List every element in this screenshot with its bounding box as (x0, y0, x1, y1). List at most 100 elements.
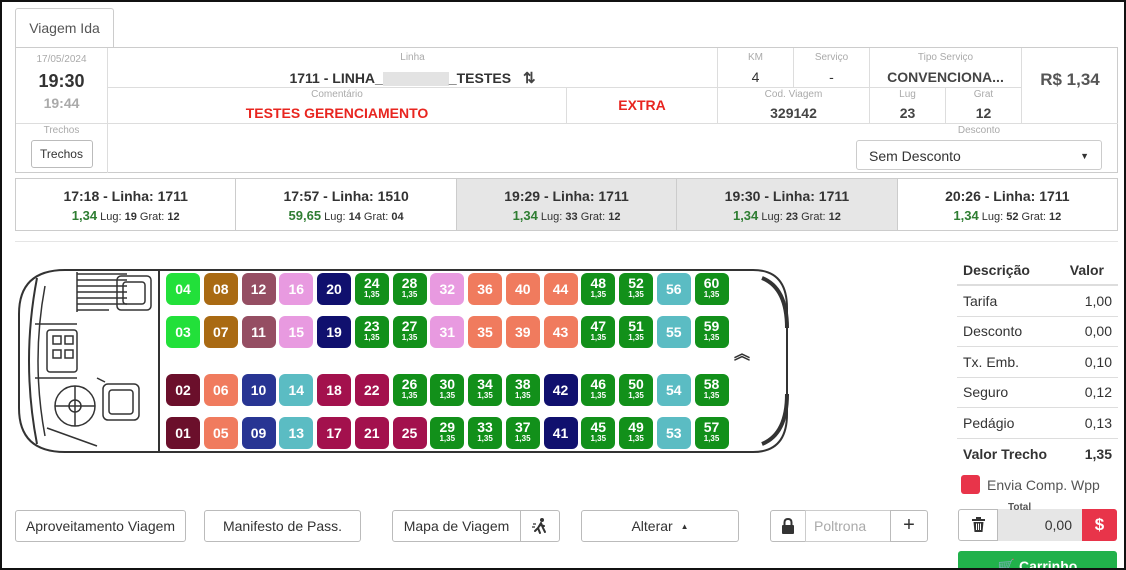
trip-grat-text: Grat: (1018, 211, 1050, 223)
seat-19[interactable]: 19 (317, 316, 351, 348)
seat-14[interactable]: 14 (279, 374, 314, 406)
seat-05[interactable]: 05 (203, 417, 238, 449)
summary-row-value: 1,00 (1084, 292, 1112, 309)
seat-12[interactable]: 12 (241, 273, 276, 305)
seat-07[interactable]: 07 (203, 316, 238, 348)
desconto-select[interactable]: Sem Desconto ▼ (856, 140, 1102, 170)
seat-price: 1,35 (590, 434, 607, 443)
trip-option[interactable]: 17:18 - Linha: 1711 1,34 Lug: 19 Grat: 12 (16, 179, 237, 230)
trash-icon[interactable] (958, 509, 998, 541)
seat-45[interactable]: 45 1,35 (581, 417, 616, 449)
seat-31[interactable]: 31 (430, 316, 465, 348)
trip-lug-text: Lug: (537, 211, 566, 223)
seat-09[interactable]: 09 (241, 417, 276, 449)
seat-30[interactable]: 30 1,35 (430, 374, 465, 406)
seat-26[interactable]: 26 1,35 (392, 374, 427, 406)
seat-39[interactable]: 39 (505, 316, 540, 348)
seat-50[interactable]: 50 1,35 (619, 374, 653, 406)
comentario-value: TESTES GERENCIAMENTO (245, 105, 429, 121)
seat-22[interactable]: 22 (354, 374, 389, 406)
seat-16[interactable]: 16 (279, 273, 314, 305)
seat-34[interactable]: 34 1,35 (468, 374, 502, 406)
seat-10[interactable]: 10 (241, 374, 276, 406)
manifesto-button[interactable]: Manifesto de Pass. (204, 510, 361, 542)
refresh-icon[interactable]: ⇅ (523, 70, 536, 87)
seat-35[interactable]: 35 (468, 316, 502, 348)
seat-43[interactable]: 43 (543, 316, 578, 348)
seat-25[interactable]: 25 (392, 417, 427, 449)
seat-23[interactable]: 23 1,35 (354, 316, 389, 348)
trechos-button[interactable]: Trechos (30, 140, 93, 168)
trip-option[interactable]: 17:57 - Linha: 1510 59,65 Lug: 14 Grat: 0… (236, 179, 457, 230)
cod-viagem-cell: Cod. Viagem 329142 (718, 88, 870, 124)
seat-08[interactable]: 08 (203, 273, 238, 305)
seat-40[interactable]: 40 (505, 273, 540, 305)
seat-32[interactable]: 32 (430, 273, 465, 305)
seat-price: 1,35 (439, 434, 456, 443)
carrinho-button[interactable]: 🛒 Carrinho (958, 551, 1117, 568)
seat-29[interactable]: 29 1,35 (430, 417, 465, 449)
seat-51[interactable]: 51 1,35 (619, 316, 653, 348)
trip-option[interactable]: 19:29 - Linha: 1711 1,34 Lug: 33 Grat: 12 (456, 179, 678, 230)
seat-42[interactable]: 42 (543, 374, 578, 406)
seat-28[interactable]: 28 1,35 (392, 273, 427, 305)
seat-44[interactable]: 44 (543, 273, 578, 305)
seat-37[interactable]: 37 1,35 (505, 417, 540, 449)
aproveitamento-viagem-button[interactable]: Aproveitamento Viagem (15, 510, 186, 542)
trip-price: 1,34 (732, 208, 759, 223)
seat-36[interactable]: 36 (468, 273, 502, 305)
trip-title: 19:29 - Linha: 1711 (504, 188, 629, 204)
seat-24[interactable]: 24 1,35 (354, 273, 389, 305)
envia-wpp-checkbox[interactable]: Envia Comp. Wpp (961, 475, 1100, 494)
seat-15[interactable]: 15 (279, 316, 314, 348)
seat-60[interactable]: 60 1,35 (694, 273, 729, 305)
seat-49[interactable]: 49 1,35 (619, 417, 653, 449)
seat-01[interactable]: 01 (166, 417, 200, 449)
double-chevron-up-icon[interactable]: ︽ (734, 347, 750, 363)
tab-viagem-ida[interactable]: Viagem Ida (15, 8, 114, 47)
lock-icon[interactable] (770, 510, 806, 542)
seat-27[interactable]: 27 1,35 (392, 316, 427, 348)
seat-number: 45 (590, 419, 607, 435)
checkbox-box[interactable] (961, 475, 980, 494)
seat-47[interactable]: 47 1,35 (581, 316, 616, 348)
seat-20[interactable]: 20 (317, 273, 351, 305)
tipo-servico-label: Tipo Serviço (917, 52, 974, 63)
seat-18[interactable]: 18 (317, 374, 351, 406)
seat-58[interactable]: 58 1,35 (694, 374, 729, 406)
seat-38[interactable]: 38 1,35 (505, 374, 540, 406)
seat-54[interactable]: 54 (656, 374, 691, 406)
alterar-button[interactable]: Alterar ▲ (581, 510, 739, 542)
km-label: KM (748, 52, 763, 63)
seat-04[interactable]: 04 (166, 273, 200, 305)
mapa-viagem-button[interactable]: Mapa de Viagem (392, 510, 521, 542)
seat-price: 1,35 (628, 434, 644, 443)
seat-57[interactable]: 57 1,35 (694, 417, 729, 449)
walking-person-icon[interactable] (520, 510, 560, 542)
trip-grat: 04 (391, 211, 404, 223)
summary-row: Tx. Emb. 0,10 (957, 347, 1118, 378)
trip-option[interactable]: 19:30 - Linha: 1711 1,34 Lug: 23 Grat: 12 (677, 179, 898, 230)
seat-21[interactable]: 21 (354, 417, 389, 449)
seat-11[interactable]: 11 (241, 316, 276, 348)
seat-41[interactable]: 41 (543, 417, 578, 449)
servico-cell: Serviço - (794, 48, 870, 88)
plus-icon[interactable]: + (890, 510, 928, 542)
seat-02[interactable]: 02 (166, 374, 200, 406)
seat-13[interactable]: 13 (279, 417, 314, 449)
summary-rows: Tarifa 1,00 Desconto 0,00 Tx. Emb. 0,10 Seguro… (957, 286, 1118, 439)
seat-55[interactable]: 55 (656, 316, 691, 348)
seat-03[interactable]: 03 (166, 316, 200, 348)
seat-46[interactable]: 46 1,35 (581, 374, 616, 406)
pay-button[interactable]: $ (1082, 509, 1117, 541)
seat-06[interactable]: 06 (203, 374, 238, 406)
trip-option[interactable]: 20:26 - Linha: 1711 1,34 Lug: 52 Grat: 12 (898, 179, 1117, 230)
seat-48[interactable]: 48 1,35 (581, 273, 616, 305)
seat-17[interactable]: 17 (317, 417, 351, 449)
poltrona-input[interactable]: Poltrona (805, 510, 891, 542)
seat-33[interactable]: 33 1,35 (468, 417, 502, 449)
seat-53[interactable]: 53 (656, 417, 691, 449)
seat-56[interactable]: 56 (656, 273, 691, 305)
seat-59[interactable]: 59 1,35 (694, 316, 729, 348)
seat-52[interactable]: 52 1,35 (619, 273, 653, 305)
